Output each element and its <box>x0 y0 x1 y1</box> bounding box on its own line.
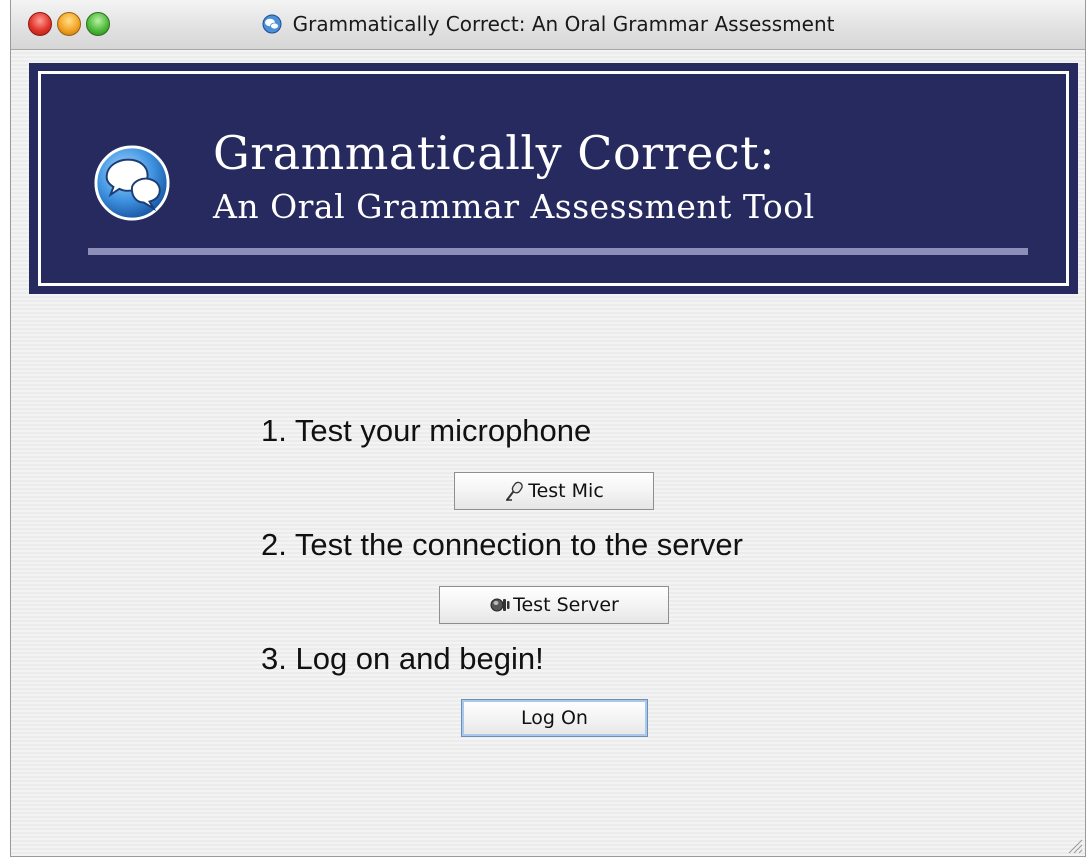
test-server-button-label: Test Server <box>513 594 619 616</box>
window-title-text: Grammatically Correct: An Oral Grammar A… <box>292 12 835 36</box>
step-3-label: 3. Log on and begin! <box>261 641 544 676</box>
test-mic-button-label: Test Mic <box>528 480 604 502</box>
step-2-label: 2. Test the connection to the server <box>261 527 743 562</box>
step-1-label: 1. Test your microphone <box>261 413 592 448</box>
test-mic-button[interactable]: Test Mic <box>454 472 654 510</box>
banner-title: Grammatically Correct: <box>213 126 776 180</box>
app-window: Grammatically Correct: An Oral Grammar A… <box>10 0 1086 857</box>
test-server-button[interactable]: Test Server <box>439 586 669 624</box>
banner-frame: Grammatically Correct: An Oral Grammar A… <box>38 71 1069 286</box>
log-on-button[interactable]: Log On <box>461 699 648 737</box>
log-on-button-label: Log On <box>521 707 588 729</box>
window-title: Grammatically Correct: An Oral Grammar A… <box>11 12 1085 36</box>
header-banner: Grammatically Correct: An Oral Grammar A… <box>29 63 1078 294</box>
banner-divider <box>88 248 1028 255</box>
microphone-icon <box>506 481 524 501</box>
banner-subtitle: An Oral Grammar Assessment Tool <box>213 187 815 226</box>
speech-bubbles-icon <box>262 14 282 34</box>
speech-bubbles-logo-icon <box>94 145 170 221</box>
resize-grip-icon[interactable] <box>1065 836 1083 854</box>
server-connection-icon <box>490 598 510 612</box>
window-titlebar[interactable]: Grammatically Correct: An Oral Grammar A… <box>11 0 1085 50</box>
